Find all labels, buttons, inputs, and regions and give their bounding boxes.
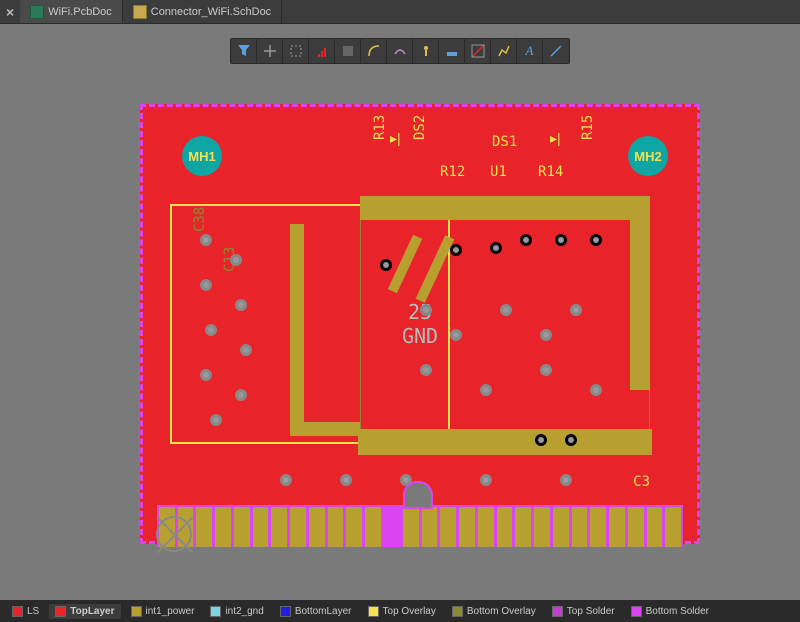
layer-swatch xyxy=(552,606,563,617)
via xyxy=(450,329,462,341)
layer-swatch xyxy=(55,606,66,617)
sch-doc-icon xyxy=(133,5,147,19)
ic-pads-bottom xyxy=(358,429,652,455)
via xyxy=(420,364,432,376)
via xyxy=(200,279,212,291)
layer-tab-bottom[interactable]: BottomLayer xyxy=(274,604,358,619)
layer-swatch xyxy=(631,606,642,617)
via xyxy=(240,344,252,356)
via xyxy=(590,234,602,246)
via xyxy=(380,259,392,271)
silk-c3: C3 xyxy=(633,474,650,490)
pcb-canvas[interactable]: A MH1 MH2 R13 DS2 R12 U1 DS1 R14 R15 C38… xyxy=(0,24,800,600)
silk-ds2: DS2 xyxy=(412,115,428,140)
silk-r15: R15 xyxy=(580,115,596,140)
layer-tab-top-overlay[interactable]: Top Overlay xyxy=(362,604,442,619)
place-via-icon[interactable] xyxy=(283,39,309,63)
silk-c38: C38 xyxy=(192,207,208,232)
layer-swatch xyxy=(210,606,221,617)
via xyxy=(340,474,352,486)
via xyxy=(230,254,242,266)
via xyxy=(565,434,577,446)
tab-label: WiFi.PcbDoc xyxy=(48,6,112,18)
via xyxy=(210,414,222,426)
layer-swatch xyxy=(12,606,23,617)
place-fill-icon[interactable] xyxy=(335,39,361,63)
silk-r12: R12 xyxy=(440,164,465,180)
layer-swatch xyxy=(452,606,463,617)
via xyxy=(500,304,512,316)
via xyxy=(235,389,247,401)
mount-hole-2: MH2 xyxy=(628,136,668,176)
origin-marker-icon xyxy=(156,516,192,552)
keepout-icon[interactable] xyxy=(413,39,439,63)
tab-pcb-doc[interactable]: WiFi.PcbDoc xyxy=(20,0,123,23)
via xyxy=(520,234,532,246)
close-tab-button[interactable]: × xyxy=(0,4,20,20)
tab-sch-doc[interactable]: Connector_WiFi.SchDoc xyxy=(123,0,282,23)
via xyxy=(200,369,212,381)
measure-icon[interactable] xyxy=(491,39,517,63)
tab-label: Connector_WiFi.SchDoc xyxy=(151,6,271,18)
connector-notch xyxy=(403,481,433,509)
layer-tab-ls[interactable]: LS xyxy=(6,604,45,619)
via xyxy=(570,304,582,316)
document-tabs: × WiFi.PcbDoc Connector_WiFi.SchDoc xyxy=(0,0,800,24)
via xyxy=(280,474,292,486)
ic-pads-top xyxy=(360,196,650,220)
silk-ds1: DS1 xyxy=(492,134,517,150)
mount-hole-1: MH1 xyxy=(182,136,222,176)
ic-pads-right xyxy=(630,220,650,390)
via xyxy=(535,434,547,446)
layer-tab-top-solder[interactable]: Top Solder xyxy=(546,604,621,619)
pcb-doc-icon xyxy=(30,5,44,19)
line-icon[interactable] xyxy=(543,39,569,63)
layer-swatch xyxy=(368,606,379,617)
silk-r14: R14 xyxy=(538,164,563,180)
via xyxy=(480,384,492,396)
layer-tab-int1[interactable]: int1_power xyxy=(125,604,201,619)
trace xyxy=(290,224,304,424)
place-pad-icon[interactable] xyxy=(257,39,283,63)
layer-swatch xyxy=(280,606,291,617)
filter-icon[interactable] xyxy=(231,39,257,63)
via xyxy=(450,244,462,256)
trace xyxy=(290,422,360,436)
layer-tab-bottom-solder[interactable]: Bottom Solder xyxy=(625,604,715,619)
place-arc-icon[interactable] xyxy=(361,39,387,63)
pcb-board-view[interactable]: MH1 MH2 R13 DS2 R12 U1 DS1 R14 R15 C38 C… xyxy=(140,104,700,544)
via xyxy=(235,299,247,311)
layer-swatch xyxy=(131,606,142,617)
via xyxy=(560,474,572,486)
diode-symbol-icon: ▸| xyxy=(550,130,561,147)
diode-symbol-icon: ▸| xyxy=(390,130,401,147)
via xyxy=(490,242,502,254)
via xyxy=(480,474,492,486)
via xyxy=(205,324,217,336)
layer-tab-int2[interactable]: int2_gnd xyxy=(204,604,269,619)
edge-connector xyxy=(157,505,683,547)
layer-tab-bottom-overlay[interactable]: Bottom Overlay xyxy=(446,604,542,619)
via xyxy=(420,304,432,316)
via xyxy=(590,384,602,396)
silk-r13: R13 xyxy=(372,115,388,140)
layer-tab-top[interactable]: TopLayer xyxy=(49,604,120,619)
text-icon[interactable]: A xyxy=(517,39,543,63)
via xyxy=(540,364,552,376)
via xyxy=(555,234,567,246)
active-bar-toolbar: A xyxy=(230,38,570,64)
move-icon[interactable] xyxy=(387,39,413,63)
dimension-icon[interactable] xyxy=(439,39,465,63)
layer-tabs-bar: LS TopLayer int1_power int2_gnd BottomLa… xyxy=(0,600,800,622)
via xyxy=(200,234,212,246)
via xyxy=(540,329,552,341)
place-track-icon[interactable] xyxy=(309,39,335,63)
layer-stack-icon[interactable] xyxy=(465,39,491,63)
silk-u1: U1 xyxy=(490,164,507,180)
